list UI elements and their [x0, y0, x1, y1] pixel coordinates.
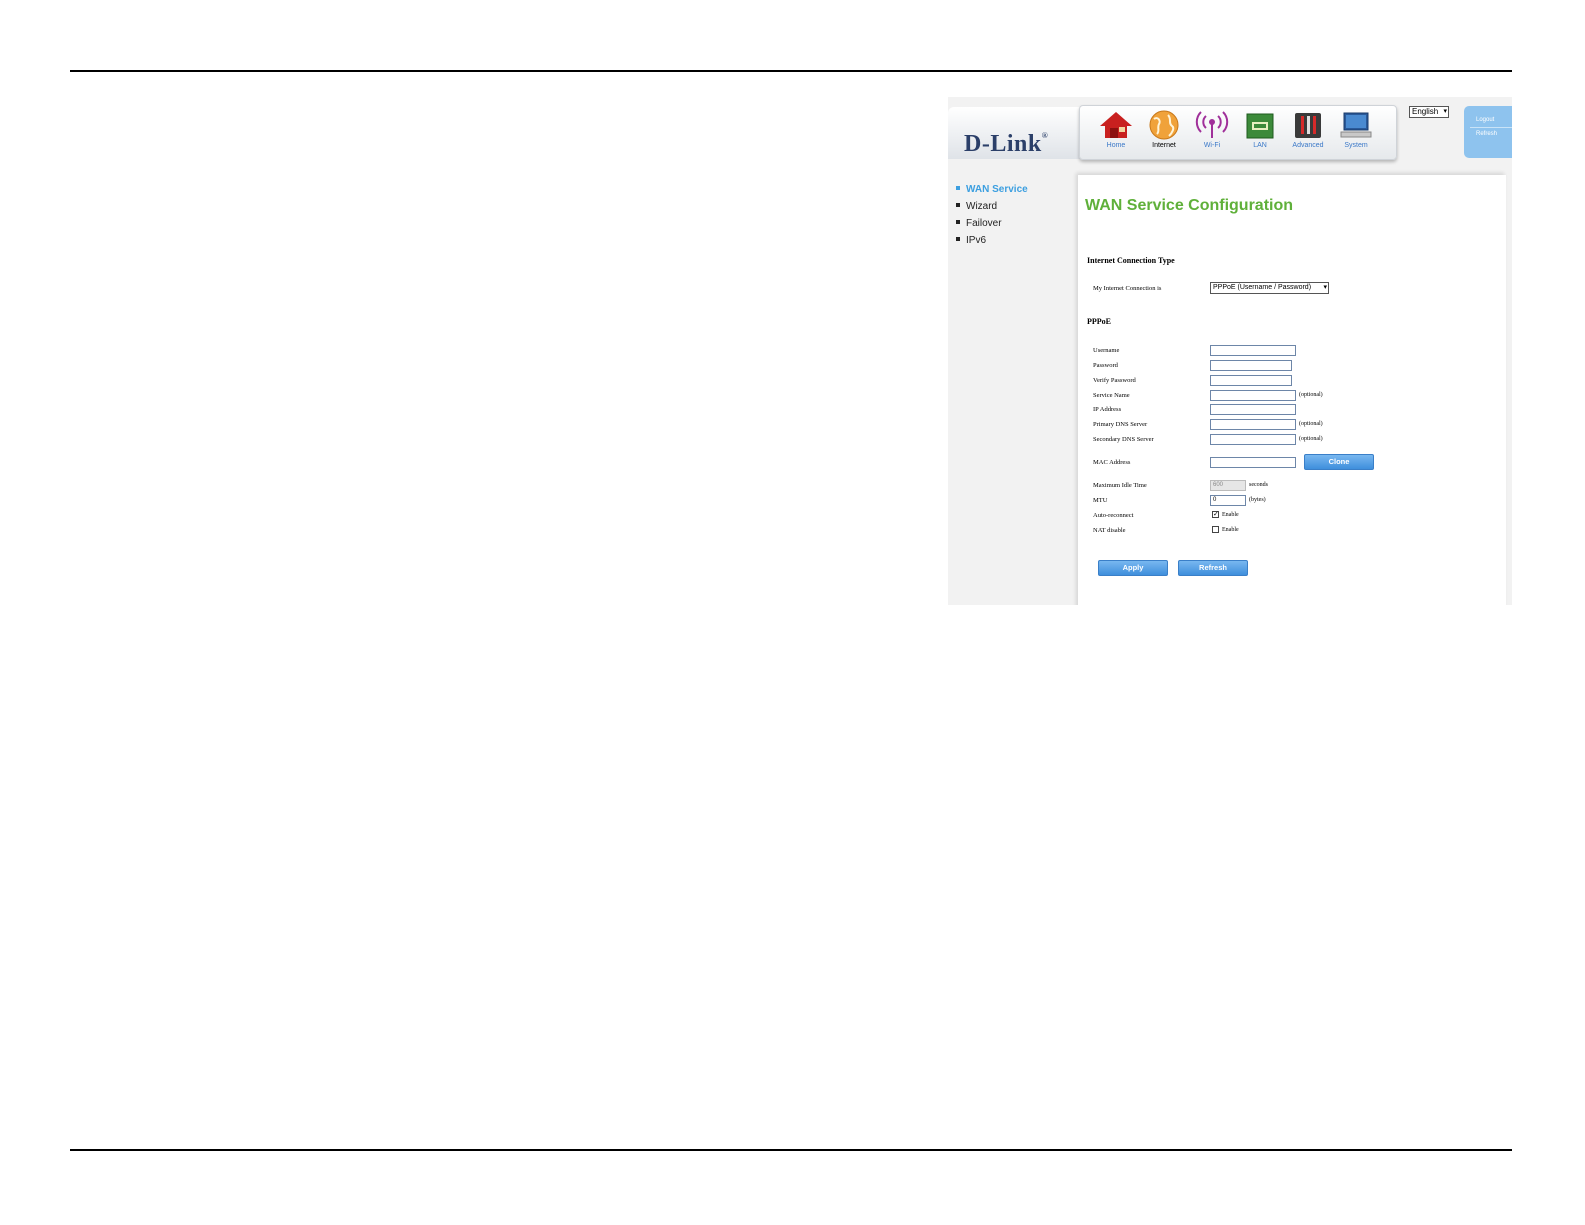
- dlink-logo: D-Link®: [964, 131, 1049, 157]
- mtu-label: MTU: [1093, 497, 1108, 504]
- auto-reconnect-label: Auto-reconnect: [1093, 512, 1134, 519]
- nat-disable-enable-label: Enable: [1222, 527, 1239, 533]
- primary-dns-label: Primary DNS Server: [1093, 421, 1148, 428]
- connection-type-select[interactable]: PPPoE (Username / Password) ▾: [1210, 282, 1329, 294]
- apply-button[interactable]: Apply: [1098, 560, 1168, 576]
- nav-advanced[interactable]: Advanced: [1284, 110, 1332, 158]
- lan-icon: [1246, 113, 1274, 139]
- sidebar-item-wizard[interactable]: Wizard: [956, 200, 1028, 217]
- sidebar-item-label: IPv6: [966, 235, 987, 246]
- bullet-icon: [956, 203, 960, 208]
- sidebar-item-label: Wizard: [966, 201, 998, 212]
- logout-link[interactable]: Logout: [1476, 117, 1494, 123]
- secondary-dns-label: Secondary DNS Server: [1093, 436, 1154, 443]
- primary-dns-optional-note: (optional): [1299, 421, 1323, 427]
- monitor-icon: [1340, 112, 1372, 138]
- nat-disable-checkbox[interactable]: [1212, 526, 1219, 533]
- checkmark-icon: ✓: [1213, 511, 1219, 518]
- router-web-ui: D-Link® Home Internet Wi-Fi LAN Advanced…: [948, 97, 1512, 605]
- globe-icon: [1149, 110, 1179, 140]
- logo-tab: D-Link®: [948, 107, 1080, 159]
- ip-address-label: IP Address: [1093, 406, 1122, 413]
- tools-icon: [1295, 113, 1321, 138]
- mtu-input[interactable]: 0: [1210, 495, 1246, 506]
- nav-home[interactable]: Home: [1092, 110, 1140, 158]
- service-name-label: Service Name: [1093, 392, 1130, 399]
- content-panel: WAN Service Configuration Internet Conne…: [1078, 175, 1506, 605]
- bullet-icon: [956, 186, 960, 191]
- nav-lan[interactable]: LAN: [1236, 110, 1284, 158]
- password-label: Password: [1093, 362, 1118, 369]
- service-name-optional-note: (optional): [1299, 392, 1323, 398]
- primary-dns-input[interactable]: [1210, 419, 1296, 430]
- nat-disable-label: NAT disable: [1093, 527, 1126, 534]
- nav-system[interactable]: System: [1332, 110, 1380, 158]
- bullet-icon: [956, 220, 960, 225]
- secondary-dns-input[interactable]: [1210, 434, 1296, 445]
- connection-type-label: My Internet Connection is: [1093, 285, 1162, 292]
- auto-reconnect-enable-label: Enable: [1222, 512, 1239, 518]
- nav-internet-label: Internet: [1152, 142, 1176, 149]
- sidebar-item-label: WAN Service: [966, 184, 1028, 195]
- auto-reconnect-checkbox[interactable]: ✓: [1212, 511, 1219, 518]
- sidebar-item-ipv6[interactable]: IPv6: [956, 234, 1028, 251]
- language-selected: English: [1412, 107, 1439, 116]
- sidebar-menu: WAN Service Wizard Failover IPv6: [956, 183, 1028, 251]
- secondary-dns-optional-note: (optional): [1299, 436, 1323, 442]
- service-name-input[interactable]: [1210, 390, 1296, 401]
- connection-type-selected: PPPoE (Username / Password): [1213, 284, 1312, 291]
- language-select[interactable]: English ▾: [1409, 106, 1449, 118]
- refresh-link[interactable]: Refresh: [1476, 131, 1497, 137]
- mac-address-input[interactable]: [1210, 457, 1296, 468]
- verify-password-input[interactable]: [1210, 375, 1292, 386]
- wifi-icon: [1195, 111, 1229, 138]
- clone-button[interactable]: Clone: [1304, 454, 1374, 470]
- verify-password-label: Verify Password: [1093, 377, 1136, 384]
- mtu-unit: (bytes): [1249, 497, 1266, 503]
- max-idle-time-input[interactable]: 600: [1210, 480, 1246, 491]
- session-panel: Logout Refresh: [1464, 106, 1512, 158]
- mac-address-label: MAC Address: [1093, 459, 1131, 466]
- password-input[interactable]: [1210, 360, 1292, 371]
- home-icon: [1100, 112, 1132, 138]
- pppoe-heading: PPPoE: [1087, 317, 1111, 326]
- top-navigation: Home Internet Wi-Fi LAN Advanced System: [1079, 105, 1397, 160]
- max-idle-time-label: Maximum Idle Time: [1093, 482, 1147, 489]
- nav-home-label: Home: [1106, 142, 1126, 149]
- username-input[interactable]: [1210, 345, 1296, 356]
- bullet-icon: [956, 237, 960, 242]
- username-label: Username: [1093, 347, 1120, 354]
- max-idle-time-unit: seconds: [1249, 482, 1268, 488]
- session-divider: [1470, 127, 1512, 128]
- nav-wifi-label: Wi-Fi: [1203, 142, 1221, 149]
- page-top-rule: [70, 70, 1512, 72]
- page-bottom-rule: [70, 1149, 1512, 1151]
- nav-wifi[interactable]: Wi-Fi: [1188, 110, 1236, 158]
- sidebar-item-failover[interactable]: Failover: [956, 217, 1028, 234]
- chevron-down-icon: ▾: [1323, 284, 1327, 291]
- nav-internet[interactable]: Internet: [1140, 110, 1188, 158]
- chevron-down-icon: ▾: [1443, 108, 1447, 115]
- sidebar-item-label: Failover: [966, 218, 1002, 229]
- nav-advanced-label: Advanced: [1292, 142, 1324, 149]
- page-title: WAN Service Configuration: [1085, 197, 1294, 214]
- nav-system-label: System: [1344, 142, 1368, 149]
- connection-type-heading: Internet Connection Type: [1087, 256, 1175, 265]
- ip-address-input[interactable]: [1210, 404, 1296, 415]
- sidebar-item-wan-service[interactable]: WAN Service: [956, 183, 1028, 200]
- refresh-button[interactable]: Refresh: [1178, 560, 1248, 576]
- nav-lan-label: LAN: [1253, 142, 1267, 149]
